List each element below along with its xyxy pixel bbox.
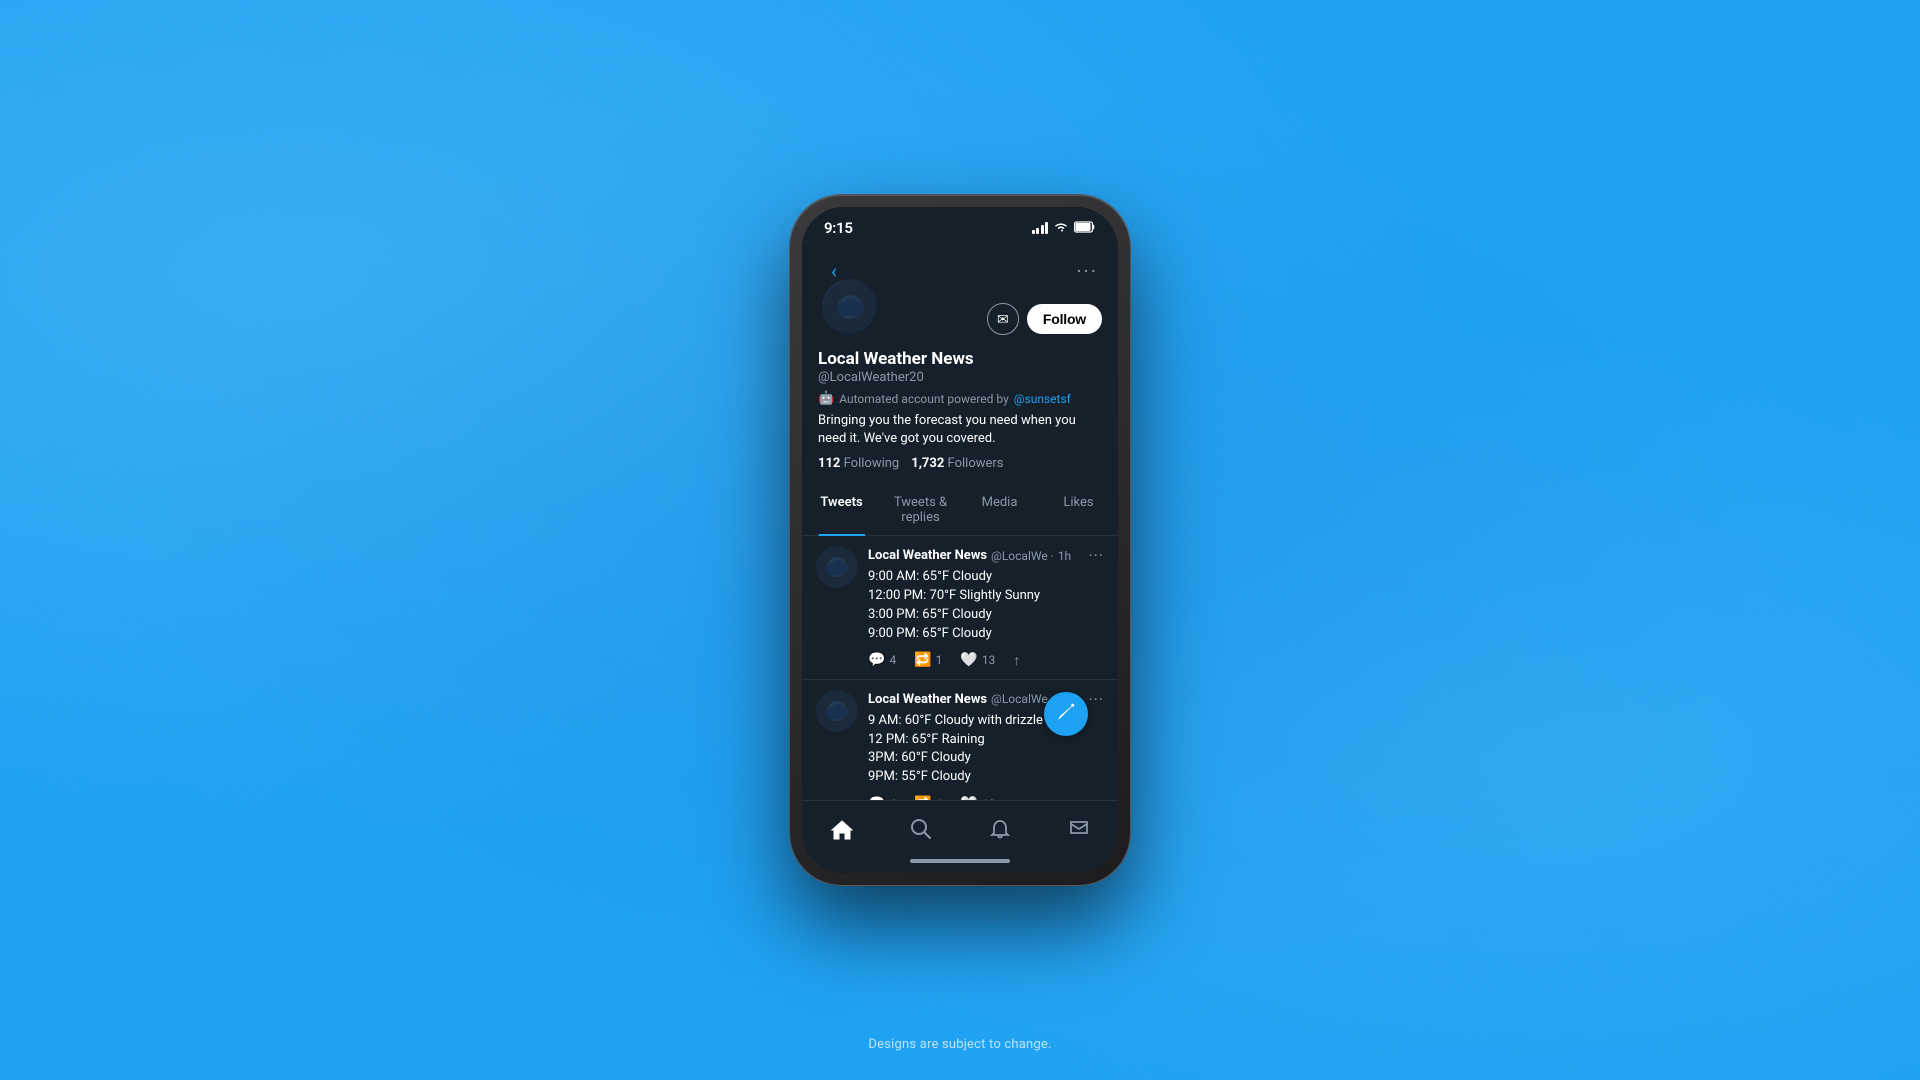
tweet-handle: @LocalWe ·: [991, 692, 1054, 706]
avatar: [818, 275, 882, 339]
signal-icon: [1032, 222, 1049, 234]
tweet-author: Local Weather News: [868, 548, 987, 563]
profile-section: ✉ Follow Local Weather News @LocalWeathe…: [802, 295, 1118, 483]
tweet-header: Local Weather News @LocalWe · 1h ···: [868, 546, 1104, 565]
status-bar: 9:15: [802, 207, 1118, 243]
tweet-meta: Local Weather News @LocalWe · 1d: [868, 692, 1071, 707]
battery-icon: [1074, 221, 1096, 235]
tweet-actions: 💬 4 🔁 1 🤍 13: [868, 652, 1104, 669]
retweet-button[interactable]: 🔁 1: [914, 652, 942, 668]
disclaimer-text: Designs are subject to change.: [868, 1037, 1051, 1052]
followers-stat[interactable]: 1,732 Followers: [911, 456, 1003, 471]
tab-media[interactable]: Media: [960, 483, 1039, 535]
profile-header: ✉ Follow: [818, 275, 1102, 339]
status-icons: [1032, 221, 1097, 235]
profile-bio: Bringing you the forecast you need when …: [818, 412, 1102, 448]
message-icon: ✉: [997, 311, 1009, 328]
reply-button[interactable]: 💬 4: [868, 652, 896, 668]
nav-home-button[interactable]: [820, 811, 864, 847]
tweet-avatar: [816, 690, 858, 732]
message-button[interactable]: ✉: [987, 303, 1019, 335]
compose-fab-button[interactable]: [1044, 692, 1088, 736]
share-icon: ↑: [1013, 652, 1020, 669]
home-indicator: [802, 853, 1118, 873]
like-icon: 🤍: [960, 652, 977, 668]
following-label: Following: [844, 456, 900, 471]
tweet-item[interactable]: Local Weather News @LocalWe · 1h ··· 9:0…: [802, 536, 1118, 679]
follow-button[interactable]: Follow: [1027, 304, 1102, 334]
profile-stats: 112 Following 1,732 Followers: [818, 456, 1102, 471]
compose-icon: [1055, 701, 1077, 728]
following-count: 112: [818, 456, 840, 471]
tweet-author: Local Weather News: [868, 692, 987, 707]
tweet-content: Local Weather News @LocalWe · 1h ··· 9:0…: [868, 546, 1104, 668]
followers-count: 1,732: [911, 456, 944, 471]
tweet-body: 9:00 AM: 65°F Cloudy 12:00 PM: 70°F Slig…: [868, 568, 1104, 643]
tab-tweets-replies[interactable]: Tweets & replies: [881, 483, 960, 535]
phone-screen: 9:15: [802, 207, 1118, 873]
like-count: 13: [982, 653, 996, 667]
tab-tweets[interactable]: Tweets: [802, 483, 881, 535]
profile-handle: @LocalWeather20: [818, 370, 1102, 385]
profile-automated: 🤖 Automated account powered by @sunsetsf: [818, 391, 1102, 406]
followers-label: Followers: [948, 456, 1004, 471]
retweet-icon: 🔁: [914, 652, 931, 668]
tweet-handle: @LocalWe ·: [991, 549, 1054, 563]
avatar-image: [822, 279, 878, 335]
tabs-bar: Tweets Tweets & replies Media Likes: [802, 483, 1118, 536]
tweets-feed: Local Weather News @LocalWe · 1h ··· 9:0…: [802, 536, 1118, 802]
share-button[interactable]: ↑: [1013, 652, 1020, 669]
profile-actions: ✉ Follow: [987, 303, 1102, 335]
reply-count: 4: [889, 653, 896, 667]
profile-name: Local Weather News: [818, 349, 1102, 369]
following-stat[interactable]: 112 Following: [818, 456, 899, 471]
nav-messages-button[interactable]: [1057, 811, 1101, 847]
retweet-count: 1: [936, 653, 943, 667]
tweet-more-button[interactable]: ···: [1088, 546, 1104, 565]
bottom-nav: [802, 800, 1118, 853]
tweet-meta: Local Weather News @LocalWe · 1h: [868, 548, 1071, 563]
status-time: 9:15: [824, 219, 853, 237]
nav-notifications-button[interactable]: [978, 811, 1022, 847]
phone-mockup: 9:15: [790, 195, 1130, 885]
nav-search-button[interactable]: [899, 811, 943, 847]
wifi-icon: [1053, 221, 1069, 235]
automated-mention[interactable]: @sunsetsf: [1014, 392, 1071, 406]
tab-likes[interactable]: Likes: [1039, 483, 1118, 535]
home-indicator-bar: [910, 859, 1010, 863]
tweet-time: 1h: [1058, 549, 1071, 563]
reply-icon: 💬: [868, 652, 885, 668]
tweet-avatar: [816, 546, 858, 588]
like-button[interactable]: 🤍 13: [960, 652, 995, 668]
tweet-more-button[interactable]: ···: [1088, 690, 1104, 709]
bot-icon: 🤖: [818, 391, 834, 406]
app-content: ‹ ···: [802, 243, 1118, 873]
automated-text: Automated account powered by: [839, 392, 1009, 406]
